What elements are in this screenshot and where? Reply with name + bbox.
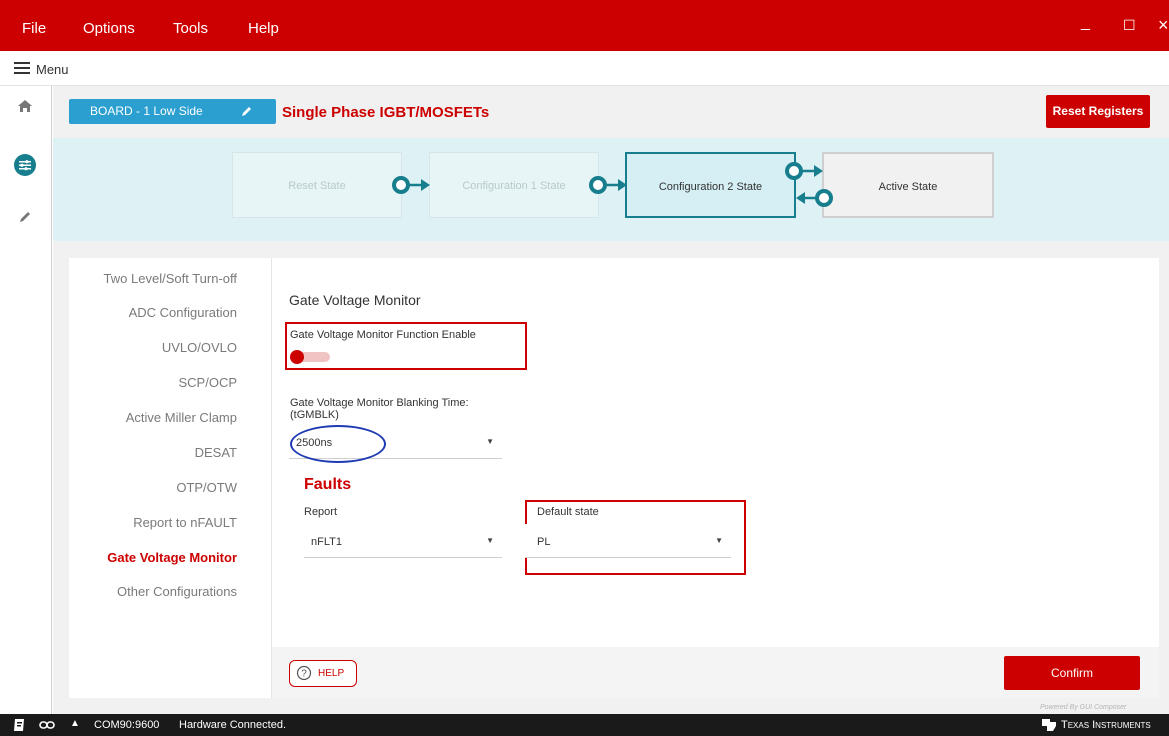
nav-two-level-soft-turnoff[interactable]: Two Level/Soft Turn-off <box>104 271 237 286</box>
com-port-label: COM90:9600 <box>94 719 160 731</box>
default-state-label: Default state <box>537 506 599 518</box>
faults-heading: Faults <box>304 476 352 493</box>
state-reset[interactable]: Reset State <box>232 152 402 218</box>
board-title: Single Phase IGBT/MOSFETs <box>282 104 490 121</box>
title-menu-bar: File Options Tools Help _ ☐ × <box>0 0 1169 51</box>
menu-help[interactable]: Help <box>248 20 279 37</box>
nav-desat[interactable]: DESAT <box>195 445 237 460</box>
menu-tools[interactable]: Tools <box>173 20 208 37</box>
nav-gate-voltage-monitor[interactable]: Gate Voltage Monitor <box>107 550 237 565</box>
chevron-down-icon: ▼ <box>715 536 723 545</box>
powered-by-label: Powered By GUI Composer <box>1040 704 1127 711</box>
board-selector[interactable]: BOARD - 1 Low Side <box>69 99 276 124</box>
transition-arrow-icon <box>589 176 627 194</box>
reset-registers-button[interactable]: Reset Registers <box>1046 95 1150 128</box>
menu-file[interactable]: File <box>22 20 46 37</box>
transition-back-arrow-icon <box>796 189 833 207</box>
state-configuration-2[interactable]: Configuration 2 State <box>625 152 796 218</box>
enable-toggle[interactable] <box>290 350 332 364</box>
help-button[interactable]: ? HELP <box>289 660 357 687</box>
enable-label: Gate Voltage Monitor Function Enable <box>290 329 476 341</box>
transition-arrow-icon <box>785 162 823 180</box>
nav-report-to-nfault[interactable]: Report to nFAULT <box>133 515 237 530</box>
nav-uvlo-ovlo[interactable]: UVLO/OVLO <box>162 340 237 355</box>
connection-status-label: Hardware Connected. <box>179 719 287 731</box>
blue-ellipse-annotation <box>290 425 386 463</box>
nav-scp-ocp[interactable]: SCP/OCP <box>178 375 237 390</box>
report-label: Report <box>304 506 338 518</box>
left-icon-sidebar <box>0 86 52 714</box>
home-icon[interactable] <box>17 99 33 118</box>
chevron-down-icon: ▼ <box>486 536 494 545</box>
ti-logo-icon <box>1041 718 1057 735</box>
caret-up-icon[interactable]: ▲ <box>70 718 80 729</box>
blanking-label: Gate Voltage Monitor Blanking Time: (tGM… <box>290 397 469 421</box>
report-value: nFLT1 <box>311 536 342 548</box>
link-icon[interactable] <box>39 718 55 735</box>
menu-options[interactable]: Options <box>83 20 135 37</box>
minimize-button[interactable]: _ <box>1081 14 1090 32</box>
nav-otp-otw[interactable]: OTP/OTW <box>176 480 237 495</box>
ti-brand-label: Texas Instruments <box>1061 719 1151 731</box>
pencil-icon[interactable] <box>18 210 32 229</box>
section-heading: Gate Voltage Monitor <box>289 292 421 308</box>
edit-pencil-icon[interactable] <box>241 105 253 120</box>
nav-adc-configuration[interactable]: ADC Configuration <box>129 305 237 320</box>
close-button[interactable]: × <box>1158 15 1169 36</box>
board-name: BOARD - 1 Low Side <box>90 104 203 118</box>
section-navigation: Two Level/Soft Turn-off ADC Configuratio… <box>69 258 272 698</box>
svg-text:?: ? <box>301 669 307 680</box>
chevron-down-icon: ▼ <box>486 437 494 446</box>
help-circle-icon: ? <box>296 665 312 686</box>
blanking-label-line2: (tGMBLK) <box>290 409 339 421</box>
state-active[interactable]: Active State <box>822 152 994 218</box>
menu-row: Menu <box>0 51 1169 86</box>
hamburger-icon[interactable] <box>13 61 31 75</box>
status-bar: ▲ COM90:9600 Hardware Connected. Texas I… <box>0 714 1169 736</box>
menu-label[interactable]: Menu <box>36 62 69 77</box>
blanking-label-line1: Gate Voltage Monitor Blanking Time: <box>290 397 469 409</box>
default-state-select[interactable]: PL ▼ <box>525 524 731 558</box>
nav-active-miller-clamp[interactable]: Active Miller Clamp <box>126 410 237 425</box>
default-state-value: PL <box>537 536 551 548</box>
settings-sliders-icon[interactable] <box>14 154 36 181</box>
state-configuration-1[interactable]: Configuration 1 State <box>429 152 599 218</box>
device-icon[interactable] <box>12 718 26 735</box>
nav-other-configurations[interactable]: Other Configurations <box>117 584 237 599</box>
help-label: HELP <box>318 668 345 679</box>
transition-arrow-icon <box>392 176 430 194</box>
report-select[interactable]: nFLT1 ▼ <box>304 524 502 558</box>
confirm-button[interactable]: Confirm <box>1004 656 1140 690</box>
maximize-button[interactable]: ☐ <box>1123 17 1136 34</box>
